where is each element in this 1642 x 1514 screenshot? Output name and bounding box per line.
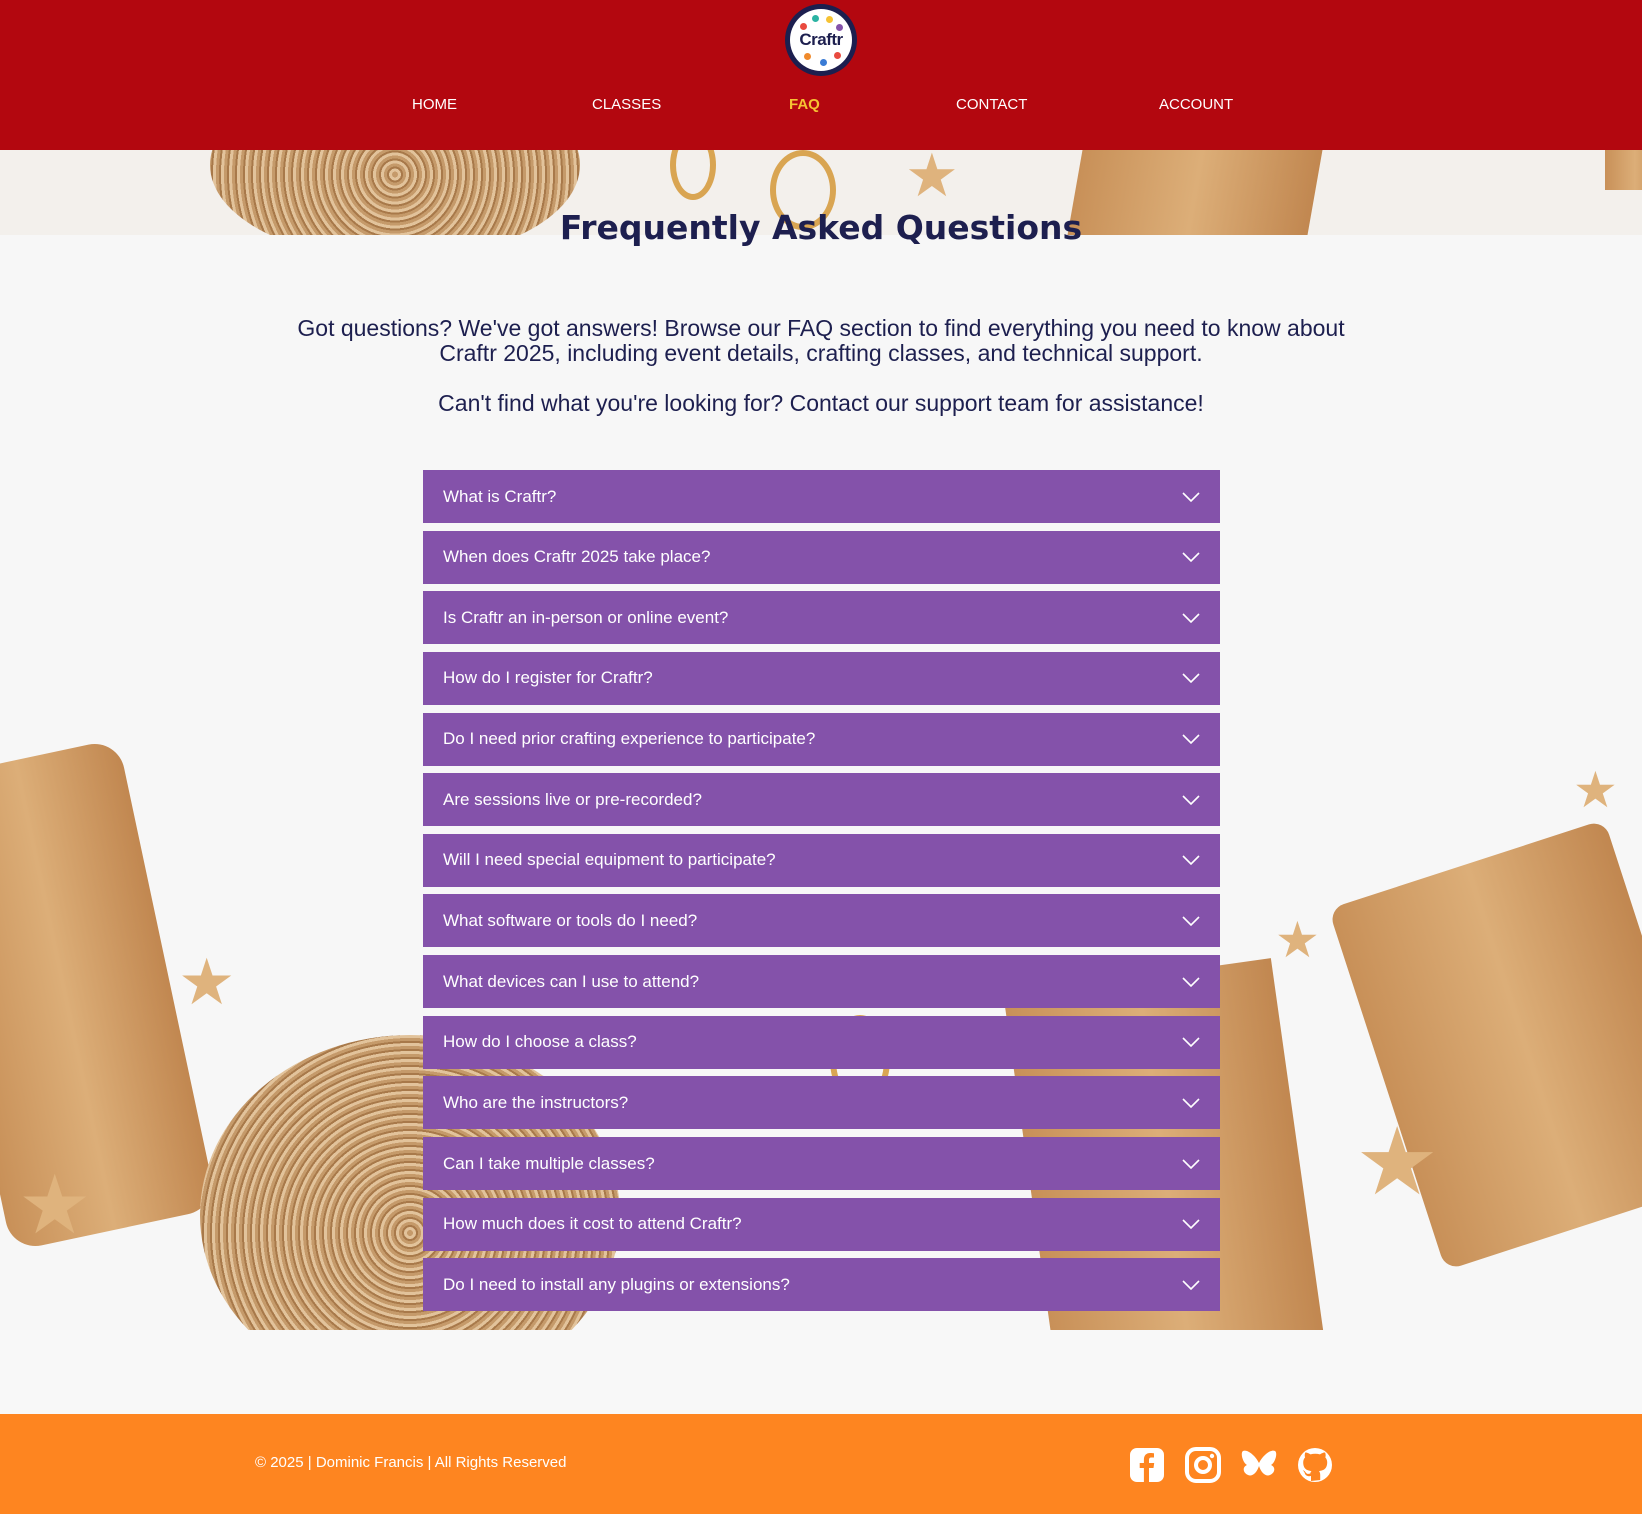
bluesky-icon[interactable] [1240, 1446, 1278, 1484]
nav-contact[interactable]: CONTACT [956, 96, 1027, 113]
faq-accordion: What is Craftr? When does Craftr 2025 ta… [423, 470, 1220, 1319]
faq-item[interactable]: Can I take multiple classes? [423, 1137, 1220, 1191]
github-icon[interactable] [1296, 1446, 1334, 1484]
chevron-down-icon [1182, 1037, 1200, 1048]
chevron-down-icon [1182, 977, 1200, 987]
faq-item[interactable]: How do I register for Craftr? [423, 651, 1220, 705]
craftr-logo[interactable]: Craftr [785, 4, 857, 76]
faq-item[interactable]: Do I need to install any plugins or exte… [423, 1258, 1220, 1312]
faq-item[interactable]: What software or tools do I need? [423, 894, 1220, 948]
faq-item[interactable]: Will I need special equipment to partici… [423, 833, 1220, 887]
faq-question: Do I need prior crafting experience to p… [443, 729, 816, 749]
faq-question: How do I register for Craftr? [443, 668, 653, 688]
nav-faq[interactable]: FAQ [789, 96, 820, 113]
faq-question: Will I need special equipment to partici… [443, 850, 776, 870]
nav-home[interactable]: HOME [412, 96, 457, 113]
faq-item[interactable]: Is Craftr an in-person or online event? [423, 591, 1220, 645]
faq-question: When does Craftr 2025 take place? [443, 547, 711, 567]
faq-question: Is Craftr an in-person or online event? [443, 607, 729, 627]
faq-question: How do I choose a class? [443, 1032, 637, 1052]
faq-question: Can I take multiple classes? [443, 1153, 655, 1173]
faq-item[interactable]: When does Craftr 2025 take place? [423, 530, 1220, 584]
chevron-down-icon [1182, 734, 1200, 745]
faq-question: Do I need to install any plugins or exte… [443, 1274, 790, 1294]
intro-contact-text: Can't find what you're looking for? Cont… [438, 390, 1204, 416]
main-nav: HOME CLASSES FAQ CONTACT ACCOUNT [0, 96, 1642, 122]
faq-item[interactable]: What is Craftr? [423, 470, 1220, 523]
chevron-down-icon [1182, 1219, 1200, 1230]
page-title: Frequently Asked Questions [559, 208, 1083, 247]
facebook-icon[interactable] [1128, 1446, 1166, 1484]
nav-account[interactable]: ACCOUNT [1159, 96, 1233, 113]
logo-badge: Craftr [790, 9, 852, 71]
instagram-icon[interactable] [1184, 1446, 1222, 1484]
site-header: Craftr HOME CLASSES FAQ CONTACT ACCOUNT [0, 0, 1642, 150]
chevron-down-icon [1182, 795, 1200, 805]
chevron-down-icon [1182, 1158, 1200, 1169]
faq-item[interactable]: How do I choose a class? [423, 1015, 1220, 1069]
faq-question: Who are the instructors? [443, 1092, 629, 1112]
chevron-down-icon [1182, 916, 1200, 926]
faq-item[interactable]: What devices can I use to attend? [423, 955, 1220, 1009]
logo-text: Craftr [799, 30, 843, 49]
faq-item[interactable]: Do I need prior crafting experience to p… [423, 712, 1220, 766]
chevron-down-icon [1182, 673, 1200, 684]
faq-item[interactable]: Who are the instructors? [423, 1076, 1220, 1130]
chevron-down-icon [1182, 855, 1200, 866]
faq-question: How much does it cost to attend Craftr? [443, 1214, 742, 1234]
chevron-down-icon [1182, 552, 1200, 563]
chevron-down-icon [1182, 1098, 1200, 1108]
spacer-band [0, 1330, 1642, 1414]
intro-text: Got questions? We've got answers! Browse… [297, 315, 1345, 366]
faq-question: What software or tools do I need? [443, 910, 698, 930]
nav-classes[interactable]: CLASSES [592, 96, 661, 113]
chevron-down-icon [1182, 613, 1200, 623]
site-footer: © 2025 | Dominic Francis | All Rights Re… [0, 1414, 1642, 1514]
faq-item[interactable]: Are sessions live or pre-recorded? [423, 773, 1220, 827]
faq-item[interactable]: How much does it cost to attend Craftr? [423, 1197, 1220, 1251]
faq-question: What is Craftr? [443, 486, 557, 506]
faq-question: What devices can I use to attend? [443, 971, 700, 991]
copyright-text: © 2025 | Dominic Francis | All Rights Re… [255, 1454, 567, 1471]
chevron-down-icon [1182, 491, 1200, 502]
faq-question: Are sessions live or pre-recorded? [443, 789, 702, 809]
chevron-down-icon [1182, 1280, 1200, 1290]
